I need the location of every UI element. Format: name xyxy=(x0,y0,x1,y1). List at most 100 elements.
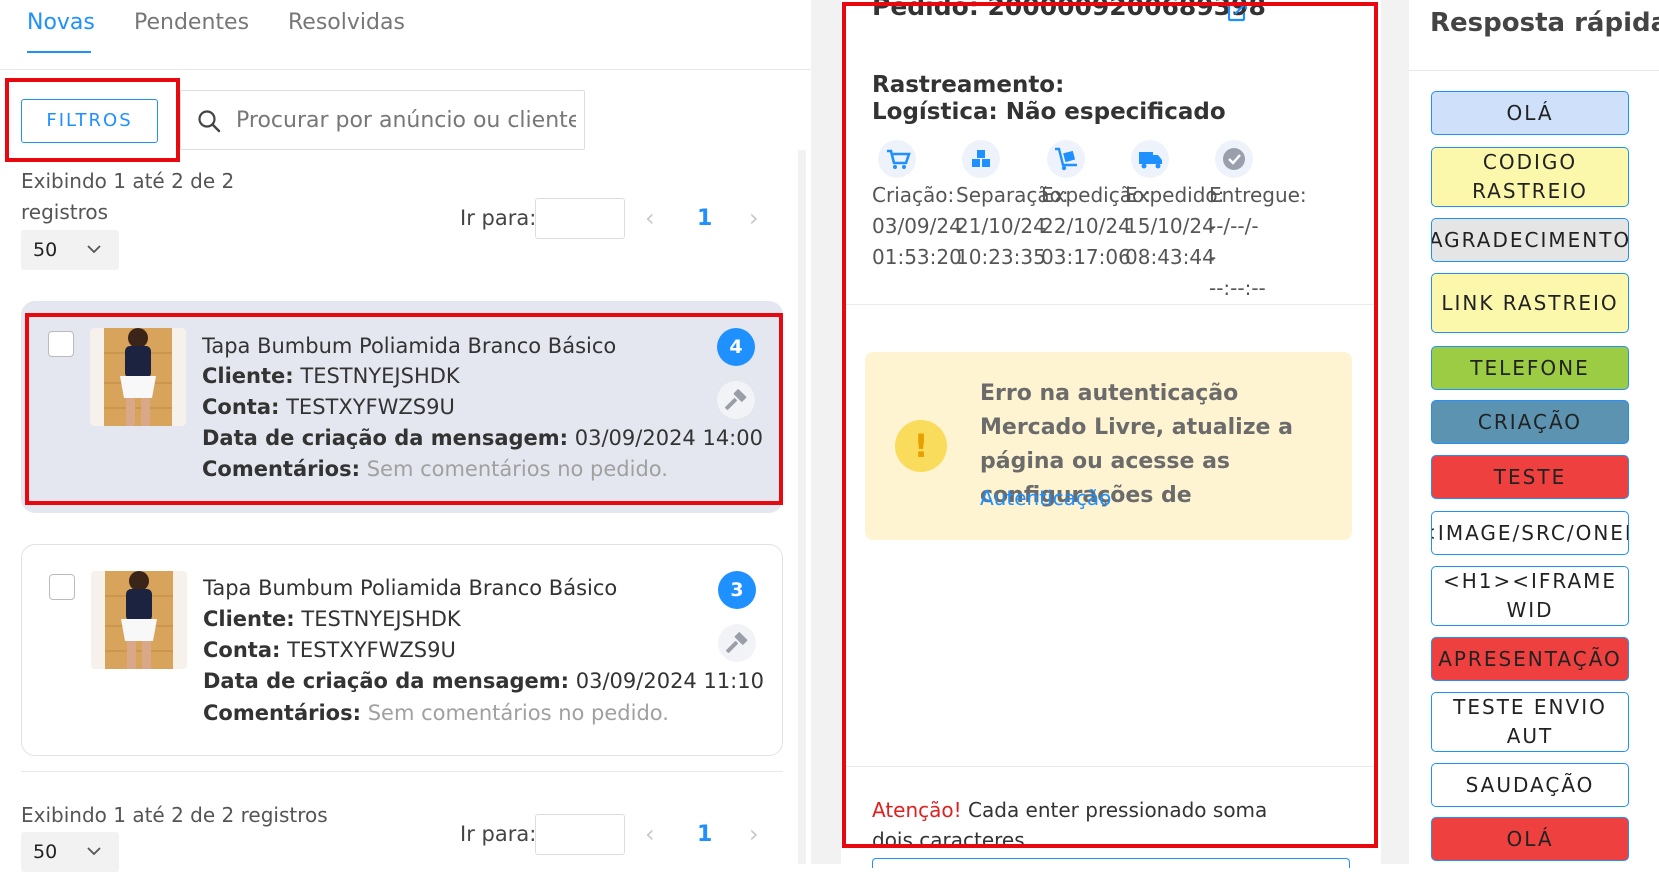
card-checkbox[interactable] xyxy=(49,574,75,600)
order-title: Pedido: 2000009200689398 xyxy=(872,0,1266,21)
date-label: Data de criação da mensagem: xyxy=(202,426,569,450)
search-box xyxy=(180,90,585,150)
step-label: Criação: xyxy=(872,183,955,207)
tab-resolvidas[interactable]: Resolvidas xyxy=(288,10,405,35)
card-client: Cliente: TESTNYEJSHDK xyxy=(203,607,461,631)
truck-icon xyxy=(1131,140,1169,178)
quick-reply-button[interactable]: OLÁ xyxy=(1431,91,1629,135)
next-page-icon[interactable]: › xyxy=(749,820,759,848)
check-circle-icon xyxy=(1215,140,1253,178)
product-thumbnail xyxy=(91,571,187,669)
prev-page-icon[interactable]: ‹ xyxy=(645,204,655,232)
client-value: TESTNYEJSHDK xyxy=(301,607,461,631)
dolly-icon xyxy=(1047,140,1085,178)
quick-reply-button[interactable]: AGRADECIMENTO xyxy=(1431,218,1629,262)
hammer-icon[interactable] xyxy=(717,381,755,419)
card-account: Conta: TESTXYFWZS9U xyxy=(203,638,456,662)
date-label: Data de criação da mensagem: xyxy=(203,669,570,693)
page-size-value: 50 xyxy=(33,841,58,863)
step-time: 01:53:20 xyxy=(872,245,962,269)
step-creation: Criação: 03/09/24 01:53:20 xyxy=(872,180,962,273)
section-divider xyxy=(845,304,1375,305)
tab-bar: Novas Pendentes Resolvidas xyxy=(0,0,811,70)
logistics-label: Logística: Não especificado xyxy=(872,99,1226,125)
search-input[interactable] xyxy=(236,105,576,135)
page-size-select[interactable]: 50 xyxy=(21,230,119,270)
quick-reply-button[interactable]: LINK RASTREIO xyxy=(1431,273,1629,333)
goto-page-input-bottom[interactable] xyxy=(535,814,625,855)
hammer-icon[interactable] xyxy=(718,624,756,662)
enter-warning: Atenção! Cada enter pressionado soma doi… xyxy=(872,795,1312,855)
message-input[interactable] xyxy=(872,858,1350,868)
current-page-bottom[interactable]: 1 xyxy=(697,822,712,847)
goto-label: Ir para: xyxy=(460,206,537,230)
message-card[interactable]: Tapa Bumbum Poliamida Branco Básico Clie… xyxy=(21,301,783,513)
prev-page-icon[interactable]: ‹ xyxy=(645,820,655,848)
card-checkbox[interactable] xyxy=(48,331,74,357)
account-value: TESTXYFWZS9U xyxy=(286,395,455,419)
search-icon xyxy=(198,110,221,133)
client-label: Cliente: xyxy=(203,607,295,631)
quick-reply-button[interactable]: TELEFONE xyxy=(1431,346,1629,390)
quick-reply-button[interactable]: CODIGO RASTREIO xyxy=(1431,147,1629,207)
step-date: 03/09/24 xyxy=(872,214,962,238)
quick-reply-button[interactable]: <H1><IFRAME WID xyxy=(1431,566,1629,626)
auth-settings-link[interactable]: Autenticação xyxy=(980,486,1111,510)
step-time: - xyxy=(1209,245,1217,269)
quick-reply-button[interactable]: APRESENTAÇÃO xyxy=(1431,637,1629,681)
comments-label: Comentários: xyxy=(203,701,362,725)
card-comments: Comentários: Sem comentários no pedido. xyxy=(203,701,669,725)
goto-label-bottom: Ir para: xyxy=(460,822,537,846)
quick-reply-button[interactable]: TESTE ENVIO AUT xyxy=(1431,692,1629,752)
quick-reply-button[interactable]: <IMAGE/SRC/ONER xyxy=(1431,511,1629,555)
goto-page-input[interactable] xyxy=(535,198,625,239)
records-count: Exibindo 1 até 2 de 2 registros xyxy=(21,169,235,224)
date-value: 03/09/2024 11:10 xyxy=(575,669,764,693)
tab-novas[interactable]: Novas xyxy=(27,10,95,35)
warning-strong: Atenção! xyxy=(872,798,962,822)
quick-reply-button[interactable]: SAUDAÇÃO xyxy=(1431,763,1629,807)
product-thumbnail xyxy=(90,328,186,426)
unread-count-badge: 4 xyxy=(717,328,755,366)
current-page[interactable]: 1 xyxy=(697,206,712,231)
next-page-icon[interactable]: › xyxy=(749,204,759,232)
account-label: Conta: xyxy=(202,395,280,419)
card-title: Tapa Bumbum Poliamida Branco Básico xyxy=(202,334,617,358)
step-date: --/--/- xyxy=(1209,214,1259,238)
messages-panel: Novas Pendentes Resolvidas FILTROS Exibi… xyxy=(0,0,811,872)
boxes-icon xyxy=(962,140,1000,178)
message-card[interactable]: Tapa Bumbum Poliamida Branco Básico Clie… xyxy=(21,544,783,756)
quick-reply-button[interactable]: OLÁ xyxy=(1431,817,1629,861)
quick-reply-divider xyxy=(1409,70,1659,71)
active-tab-indicator xyxy=(27,51,91,53)
tab-pendentes[interactable]: Pendentes xyxy=(134,10,249,35)
quick-reply-title: Resposta rápida xyxy=(1430,8,1659,38)
card-date: Data de criação da mensagem: 03/09/2024 … xyxy=(202,426,763,450)
quick-reply-button[interactable]: TESTE xyxy=(1431,455,1629,499)
tracking-label: Rastreamento: xyxy=(872,72,1065,98)
cart-icon xyxy=(878,140,916,178)
page-size-select-bottom[interactable]: 50 xyxy=(21,832,119,872)
chevron-down-icon xyxy=(87,847,101,856)
card-account: Conta: TESTXYFWZS9U xyxy=(202,395,455,419)
step-label: Entregue: xyxy=(1209,183,1307,207)
page-size-value: 50 xyxy=(33,239,58,261)
comments-value: Sem comentários no pedido. xyxy=(367,701,669,725)
section-divider xyxy=(845,766,1375,767)
account-value: TESTXYFWZS9U xyxy=(287,638,456,662)
unread-count-badge: 3 xyxy=(718,571,756,609)
card-client: Cliente: TESTNYEJSHDK xyxy=(202,364,460,388)
quick-reply-button[interactable]: CRIAÇÃO xyxy=(1431,400,1629,444)
account-label: Conta: xyxy=(203,638,281,662)
list-scrollbar[interactable] xyxy=(798,150,806,864)
list-divider xyxy=(21,771,783,772)
chevron-down-icon xyxy=(87,245,101,254)
card-comments: Comentários: Sem comentários no pedido. xyxy=(202,457,668,481)
card-title: Tapa Bumbum Poliamida Branco Básico xyxy=(203,576,618,600)
filters-button[interactable]: FILTROS xyxy=(21,99,158,143)
comments-label: Comentários: xyxy=(202,457,361,481)
records-count-bottom: Exibindo 1 até 2 de 2 registros xyxy=(21,803,328,827)
panel-gutter xyxy=(811,0,841,864)
card-date: Data de criação da mensagem: 03/09/2024 … xyxy=(203,669,764,693)
external-link-icon[interactable] xyxy=(1225,0,1249,24)
